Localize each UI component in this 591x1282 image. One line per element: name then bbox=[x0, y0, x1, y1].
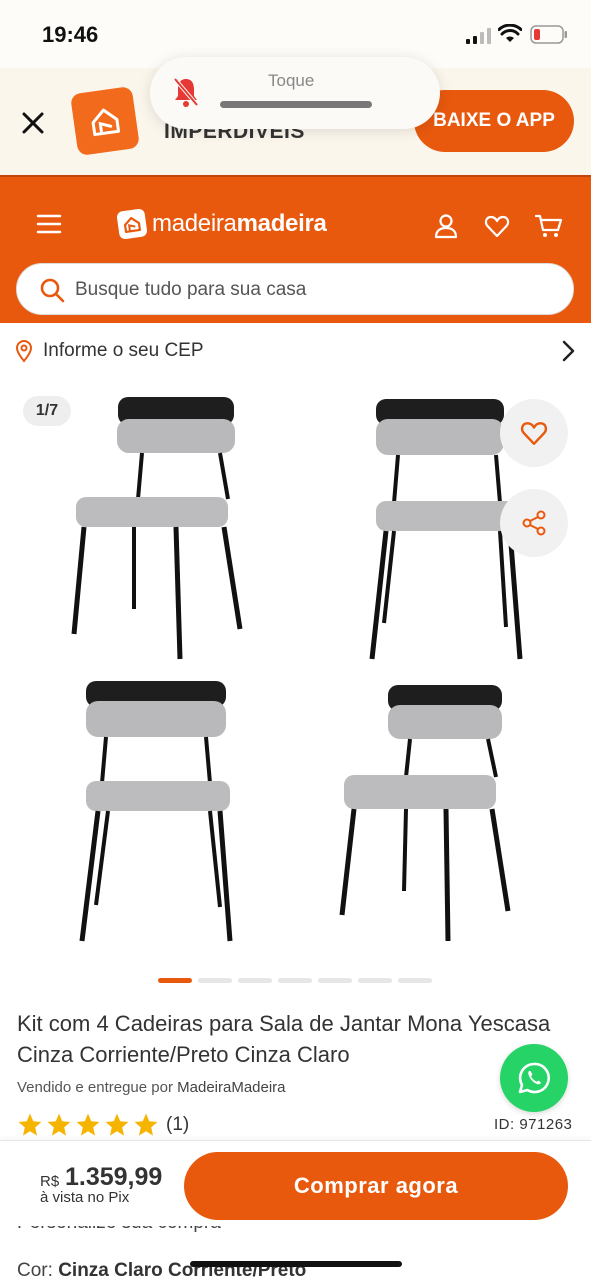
product-title: Kit com 4 Cadeiras para Sala de Jantar M… bbox=[17, 1011, 551, 1067]
bell-slash-icon bbox=[173, 77, 199, 107]
location-pin-icon bbox=[15, 340, 33, 363]
close-icon[interactable] bbox=[18, 108, 48, 138]
ringer-toast: Toque bbox=[150, 57, 440, 129]
search-input[interactable] bbox=[75, 276, 545, 304]
site-header: madeiramadeira bbox=[0, 175, 591, 323]
battery-icon bbox=[530, 25, 567, 44]
star-icon bbox=[76, 1113, 100, 1136]
search-icon bbox=[40, 278, 65, 303]
sticky-buy-bar: R$ 1.359,99 à vista no Pix Comprar agora bbox=[0, 1140, 591, 1226]
share-button[interactable] bbox=[500, 489, 568, 557]
gallery-pagination[interactable] bbox=[158, 978, 432, 983]
ringer-label: Toque bbox=[268, 71, 315, 90]
favorite-button[interactable] bbox=[500, 399, 568, 467]
price-note: à vista no Pix bbox=[40, 1189, 130, 1206]
brand-name-light: madeira bbox=[152, 210, 237, 237]
chevron-right-icon bbox=[562, 340, 575, 362]
pagination-dot[interactable] bbox=[358, 978, 392, 983]
review-count[interactable]: (1) bbox=[166, 1114, 189, 1136]
cep-label: Informe o seu CEP bbox=[43, 340, 204, 361]
pagination-dot[interactable] bbox=[198, 978, 232, 983]
price-value: 1.359,99 bbox=[65, 1163, 163, 1191]
heart-icon bbox=[520, 422, 548, 445]
star-icon bbox=[134, 1113, 158, 1136]
user-icon[interactable] bbox=[433, 213, 459, 239]
cep-row[interactable]: Informe o seu CEP bbox=[0, 323, 591, 379]
rating-stars[interactable]: (1) bbox=[17, 1112, 189, 1138]
search-bar[interactable] bbox=[16, 263, 574, 315]
brand-mark-icon bbox=[116, 208, 148, 240]
app-logo-icon bbox=[69, 85, 141, 157]
color-prefix: Cor: bbox=[17, 1260, 53, 1281]
hamburger-menu-icon[interactable] bbox=[36, 213, 62, 235]
seller-name[interactable]: MadeiraMadeira bbox=[177, 1079, 285, 1096]
brand-logo[interactable]: madeiramadeira bbox=[116, 208, 327, 240]
price-currency: R$ bbox=[40, 1173, 60, 1190]
product-image-chair bbox=[339, 685, 511, 942]
brand-name-bold: madeira bbox=[236, 210, 327, 237]
pagination-dot[interactable] bbox=[158, 978, 192, 983]
star-icon bbox=[47, 1113, 71, 1136]
product-image-chair bbox=[79, 681, 233, 942]
signal-icon bbox=[466, 28, 491, 44]
share-icon bbox=[522, 510, 546, 536]
product-id: ID: 971263 bbox=[494, 1116, 573, 1133]
home-indicator[interactable] bbox=[190, 1261, 402, 1267]
product-image-chair bbox=[71, 397, 243, 660]
heart-icon[interactable] bbox=[484, 213, 510, 239]
pagination-dot[interactable] bbox=[398, 978, 432, 983]
wifi-icon bbox=[498, 24, 522, 42]
star-icon bbox=[105, 1113, 129, 1136]
whatsapp-icon bbox=[518, 1062, 550, 1094]
star-icon bbox=[18, 1113, 42, 1136]
brand-name: madeiramadeira bbox=[152, 210, 327, 238]
pagination-dot[interactable] bbox=[318, 978, 352, 983]
pagination-dot[interactable] bbox=[278, 978, 312, 983]
buy-now-button[interactable]: Comprar agora bbox=[184, 1152, 568, 1220]
product-image-gallery[interactable]: 1/7 bbox=[0, 379, 591, 969]
cart-icon[interactable] bbox=[535, 213, 563, 239]
pagination-dot[interactable] bbox=[238, 978, 272, 983]
seller-line: Vendido e entregue por MadeiraMadeira bbox=[17, 1079, 286, 1096]
seller-prefix: Vendido e entregue por bbox=[17, 1079, 173, 1096]
ringer-volume-bar bbox=[220, 101, 372, 108]
whatsapp-button[interactable] bbox=[500, 1044, 568, 1112]
status-time: 19:46 bbox=[42, 22, 99, 47]
